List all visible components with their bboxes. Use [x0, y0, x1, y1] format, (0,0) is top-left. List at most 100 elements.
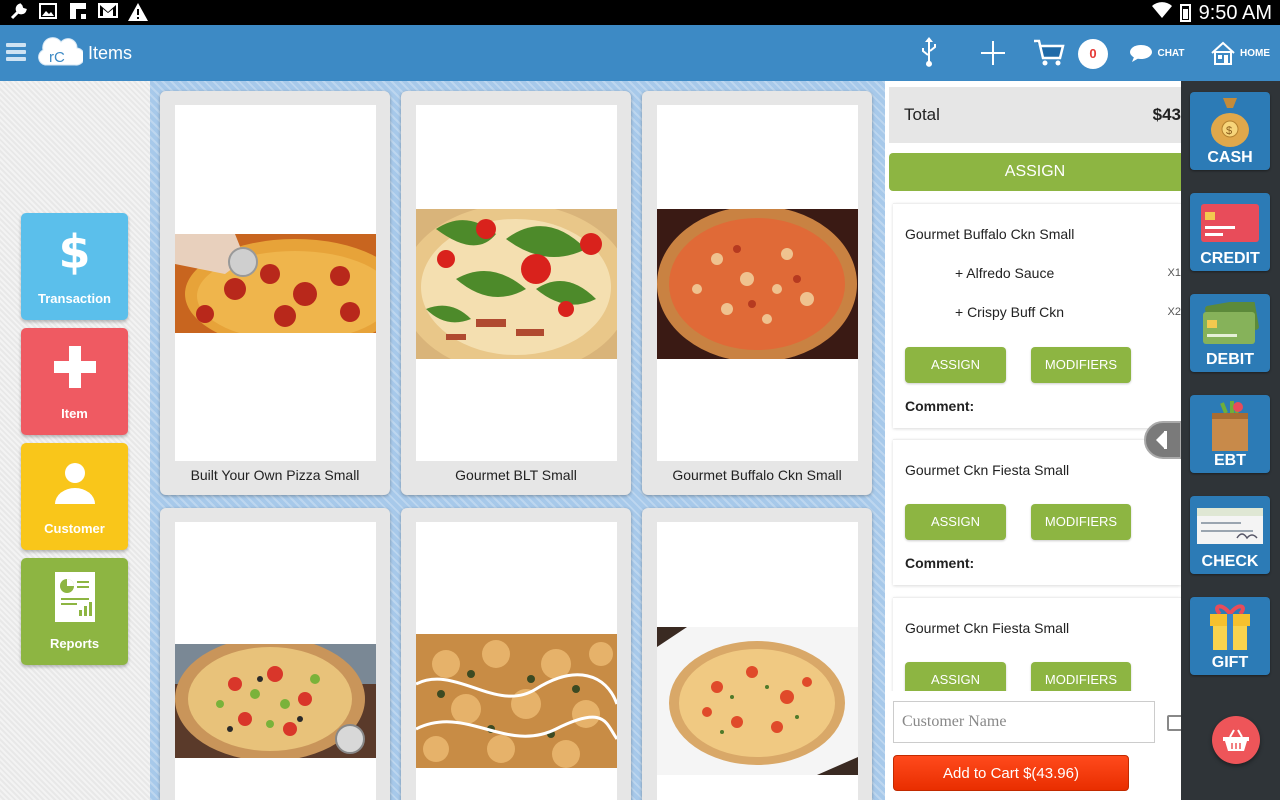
cart-footer: Add to Cart $(43.96) — [885, 691, 1181, 800]
chicken-ranch-pizza-image — [416, 634, 617, 768]
item-card[interactable]: Gourmet BLT Small — [401, 91, 631, 495]
menu-icon[interactable] — [6, 43, 26, 61]
transaction-label: Transaction — [38, 291, 111, 306]
home-button[interactable]: HOME — [1208, 37, 1272, 69]
cart-icon[interactable] — [1032, 37, 1066, 69]
collapse-panel-handle[interactable] — [1144, 421, 1182, 459]
status-bar: 9:50 AM — [0, 0, 1280, 25]
tomato-pizza-image — [657, 627, 858, 775]
item-grid: Built Your Own Pizza Small Gourmet BLT S… — [150, 81, 885, 800]
home-icon — [1211, 41, 1235, 65]
status-time: 9:50 AM — [1198, 1, 1272, 24]
modifier-name: + Alfredo Sauce — [955, 265, 1055, 281]
basket-icon — [1223, 729, 1249, 751]
assign-all-button[interactable]: ASSIGN — [889, 153, 1181, 191]
app-logo: rC — [37, 35, 85, 69]
customer-name-input[interactable] — [893, 701, 1155, 743]
basket-button[interactable] — [1212, 716, 1260, 764]
collapse-arrow-icon — [1156, 432, 1164, 448]
reports-button[interactable]: Reports — [21, 558, 128, 665]
person-icon — [21, 457, 128, 507]
credit-card-icon — [1190, 197, 1270, 249]
warning-icon — [128, 3, 148, 21]
gift-icon — [1190, 601, 1270, 653]
modifier-qty: X1 — [1167, 267, 1181, 279]
customer-checkbox[interactable] — [1167, 715, 1181, 731]
item-card[interactable] — [401, 508, 631, 800]
transaction-button[interactable]: $ Transaction — [21, 213, 128, 320]
comment-label: Comment: — [905, 555, 975, 571]
check-icon — [1190, 500, 1270, 552]
item-name: Gourmet BLT Small — [455, 467, 577, 483]
item-name: Built Your Own Pizza Small — [190, 467, 360, 483]
cart-count-badge[interactable]: 0 — [1078, 39, 1108, 69]
app-bar: rC Items 0 CHAT HOME — [0, 25, 1280, 81]
line-item-name: Gourmet Ckn Fiesta Small — [905, 620, 1070, 636]
add-to-cart-button[interactable]: Add to Cart $(43.96) — [893, 755, 1129, 791]
chat-icon — [1130, 45, 1153, 62]
modifier-name: + Crispy Buff Ckn — [955, 304, 1065, 320]
assign-button[interactable]: ASSIGN — [905, 347, 1006, 383]
customer-button[interactable]: Customer — [21, 443, 128, 550]
total-label: Total — [904, 105, 940, 124]
gmail-icon — [98, 3, 118, 21]
veggie-pizza-image — [175, 644, 376, 758]
chat-label: CHAT — [1157, 47, 1185, 59]
ebt-button[interactable]: EBT — [1190, 395, 1270, 473]
usb-icon[interactable] — [918, 37, 940, 69]
add-icon[interactable] — [978, 37, 1008, 69]
item-label: Item — [61, 406, 88, 421]
cart-panel: Total $43 ASSIGN Gourmet Buffalo Ckn Sma… — [885, 81, 1181, 800]
grocery-bag-icon — [1190, 399, 1270, 451]
battery-icon — [1179, 3, 1191, 22]
item-card[interactable]: Built Your Own Pizza Small — [160, 91, 390, 495]
item-card[interactable]: Gourmet Buffalo Ckn Small — [642, 91, 872, 495]
modifiers-button[interactable]: MODIFIERS — [1031, 504, 1131, 540]
chat-button[interactable]: CHAT — [1128, 37, 1186, 69]
item-card[interactable] — [160, 508, 390, 800]
check-button[interactable]: CHECK — [1190, 496, 1270, 574]
gift-button[interactable]: GIFT — [1190, 597, 1270, 675]
cash-label: CASH — [1207, 149, 1253, 166]
wrench-icon — [8, 3, 28, 21]
item-card[interactable] — [642, 508, 872, 800]
reports-label: Reports — [49, 636, 100, 651]
svg-text:$: $ — [1226, 125, 1232, 137]
assign-button[interactable]: ASSIGN — [905, 504, 1006, 540]
gift-label: GIFT — [1211, 654, 1249, 671]
comment-label: Comment: — [905, 398, 975, 414]
line-item-name: Gourmet Ckn Fiesta Small — [905, 462, 1070, 478]
plus-icon — [21, 342, 128, 392]
home-label: HOME — [1240, 47, 1270, 59]
dollar-icon: $ — [58, 225, 91, 279]
credit-button[interactable]: CREDIT — [1190, 193, 1270, 271]
svg-text:rC: rC — [49, 49, 65, 66]
modifiers-button[interactable]: MODIFIERS — [1031, 347, 1131, 383]
image-icon — [38, 3, 58, 21]
money-bag-icon: $ — [1190, 96, 1270, 148]
ebt-label: EBT — [1214, 452, 1246, 469]
cart-line-item[interactable]: Gourmet Buffalo Ckn Small + Alfredo Sauc… — [893, 203, 1181, 428]
left-nav: $ Transaction Item Customer Reports — [0, 81, 150, 800]
cart-line-item[interactable]: Gourmet Ckn Fiesta Small ASSIGN MODIFIER… — [893, 439, 1181, 585]
debit-card-icon — [1190, 298, 1270, 350]
debit-label: DEBIT — [1206, 351, 1254, 368]
page-title: Items — [88, 43, 133, 63]
debit-button[interactable]: DEBIT — [1190, 294, 1270, 372]
report-icon — [21, 572, 128, 622]
buffalo-pizza-image — [657, 209, 858, 359]
flipboard-icon — [68, 3, 88, 21]
payment-sidebar: $ CASH CREDIT DEBIT EBT CHECK GIFT — [1181, 81, 1280, 800]
check-label: CHECK — [1201, 553, 1259, 570]
blt-pizza-image — [416, 209, 617, 359]
modifier-qty: X2 — [1167, 306, 1181, 318]
customer-label: Customer — [44, 521, 105, 536]
cash-button[interactable]: $ CASH — [1190, 92, 1270, 170]
line-item-name: Gourmet Buffalo Ckn Small — [905, 226, 1075, 242]
total-row: Total $43 — [889, 87, 1181, 143]
item-button[interactable]: Item — [21, 328, 128, 435]
wifi-icon — [1151, 1, 1172, 24]
credit-label: CREDIT — [1200, 250, 1260, 267]
total-value: $43 — [1152, 105, 1181, 124]
item-name: Gourmet Buffalo Ckn Small — [672, 467, 842, 483]
